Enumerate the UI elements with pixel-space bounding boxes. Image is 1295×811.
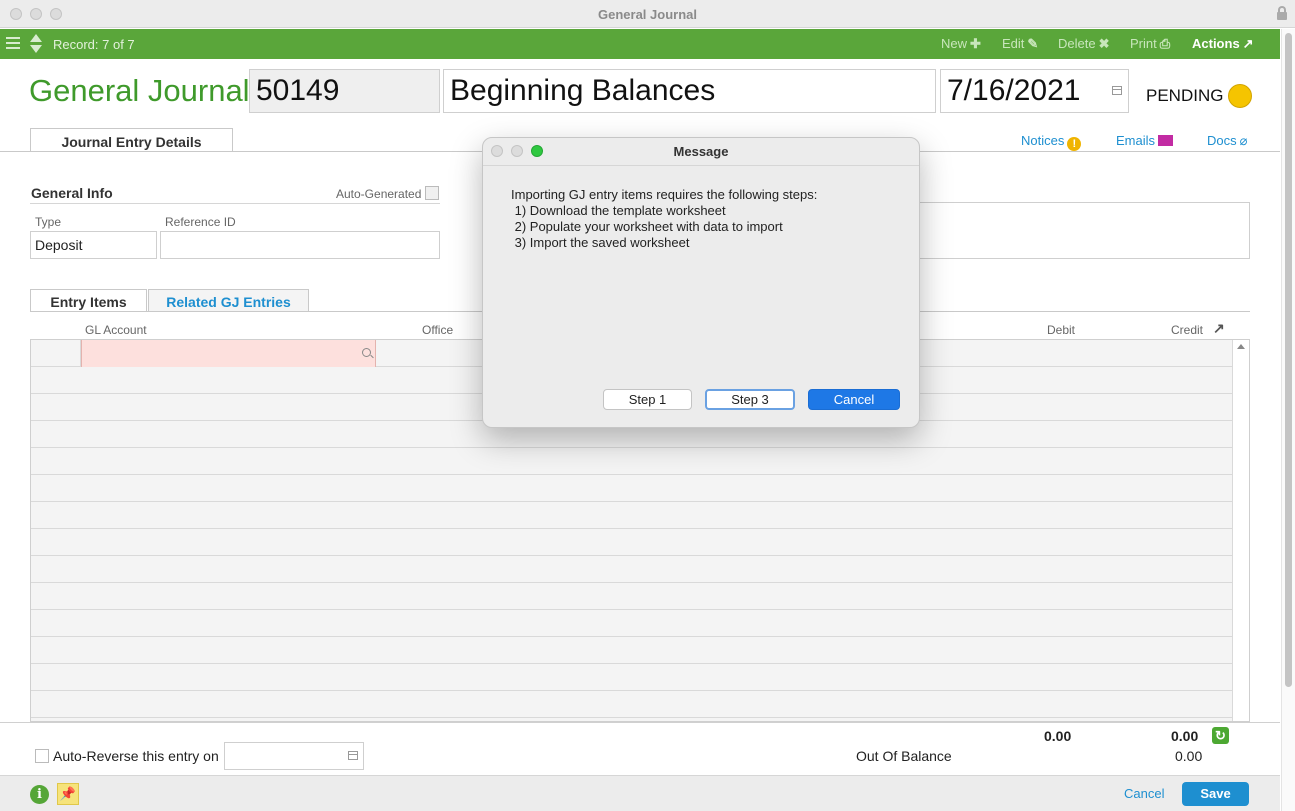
reference-id-label: Reference ID — [165, 215, 236, 229]
window-scrollbar[interactable] — [1281, 29, 1295, 811]
emails-label: Emails — [1116, 133, 1156, 148]
journal-date-field[interactable]: 7/16/2021 — [940, 69, 1129, 113]
record-counter: Record: 7 of 7 — [53, 37, 135, 52]
status-indicator-icon — [1228, 84, 1252, 108]
column-debit: Debit — [1047, 323, 1076, 337]
auto-reverse-label: Auto-Reverse this entry on — [53, 748, 219, 764]
bottom-bar: i 📌 Cancel Save — [0, 775, 1280, 811]
print-button[interactable]: Print ⎙ — [1130, 36, 1170, 52]
delete-button[interactable]: Delete ✖ — [1058, 36, 1109, 52]
notices-label: Notices — [1021, 133, 1065, 148]
status-label: PENDING — [1146, 86, 1224, 105]
table-row[interactable] — [31, 556, 1233, 583]
x-icon: ✖ — [1098, 36, 1110, 51]
table-row[interactable] — [31, 502, 1233, 529]
tab-journal-entry-details[interactable]: Journal Entry Details — [30, 128, 233, 152]
dialog-message: Importing GJ entry items requires the fo… — [511, 187, 911, 251]
journal-date-value: 7/16/2021 — [947, 74, 1081, 107]
journal-number-field[interactable]: 50149 — [249, 69, 440, 113]
table-row[interactable] — [31, 583, 1233, 610]
cancel-link[interactable]: Cancel — [1124, 786, 1164, 801]
save-button[interactable]: Save — [1182, 782, 1249, 806]
message-dialog: Message Importing GJ entry items require… — [482, 137, 920, 428]
debit-total: 0.00 — [1044, 728, 1072, 744]
grid-scrollbar[interactable] — [1232, 340, 1249, 721]
table-row[interactable] — [31, 475, 1233, 502]
column-credit: Credit — [1171, 323, 1204, 337]
column-gl-account: GL Account — [85, 323, 147, 337]
edit-button[interactable]: Edit ✎ — [1002, 36, 1038, 52]
scrollbar-thumb[interactable] — [1285, 33, 1292, 687]
window-title: General Journal — [598, 7, 697, 22]
pin-icon[interactable]: 📌 — [57, 783, 79, 805]
type-label: Type — [35, 215, 62, 229]
printer-icon: ⎙ — [1159, 36, 1171, 51]
credit-total: 0.00 — [1171, 728, 1199, 744]
dialog-cancel-button[interactable]: Cancel — [808, 389, 900, 410]
docs-label: Docs — [1207, 133, 1237, 148]
reference-id-input[interactable] — [160, 231, 440, 259]
auto-generated-label: Auto-Generated — [336, 187, 422, 201]
table-row[interactable] — [31, 448, 1233, 475]
memo-field[interactable] — [910, 202, 1250, 259]
row-number-cell — [31, 340, 81, 367]
dialog-title: Message — [673, 144, 729, 159]
scroll-up-icon[interactable] — [1237, 344, 1245, 349]
calendar-icon[interactable] — [1112, 86, 1122, 95]
info-icon[interactable]: i — [30, 785, 49, 804]
envelope-icon — [1158, 135, 1174, 146]
footer-divider — [0, 722, 1280, 723]
page-title: General Journal: — [29, 73, 259, 108]
window-titlebar: General Journal — [0, 0, 1295, 28]
type-select[interactable]: Deposit — [30, 231, 157, 259]
step-3-button[interactable]: Step 3 — [705, 389, 795, 410]
search-icon[interactable] — [362, 348, 371, 357]
delete-label: Delete — [1058, 36, 1096, 51]
journal-description-field[interactable]: Beginning Balances — [443, 69, 936, 113]
tab-entry-items[interactable]: Entry Items — [30, 289, 147, 312]
pencil-icon: ✎ — [1027, 36, 1039, 51]
table-row[interactable] — [31, 610, 1233, 637]
expand-grid-icon[interactable]: ↗ — [1213, 320, 1225, 337]
out-of-balance-value: 0.00 — [1175, 748, 1203, 764]
general-info-title: General Info — [31, 185, 113, 201]
out-of-balance-label: Out Of Balance — [856, 748, 952, 764]
dialog-message-line: 2) Populate your worksheet with data to … — [511, 219, 783, 234]
dialog-message-line: 1) Download the template worksheet — [511, 203, 726, 218]
refresh-icon[interactable]: ↻ — [1212, 727, 1229, 744]
hamburger-menu-icon[interactable] — [6, 37, 20, 51]
table-row[interactable] — [31, 529, 1233, 556]
new-label: New — [941, 36, 968, 51]
notices-link[interactable]: Notices! — [1021, 133, 1082, 151]
step-1-button[interactable]: Step 1 — [603, 389, 692, 410]
actions-button[interactable]: Actions ↗ — [1192, 36, 1254, 52]
calendar-icon[interactable] — [348, 751, 358, 760]
dialog-message-line: Importing GJ entry items requires the fo… — [511, 187, 818, 202]
auto-reverse-date-input[interactable] — [224, 742, 364, 770]
arrow-out-icon: ↗ — [1242, 36, 1254, 51]
table-row[interactable] — [31, 664, 1233, 691]
record-toolbar: Record: 7 of 7 New ✚ Edit ✎ Delete ✖ Print ⎙… — [0, 29, 1280, 59]
paperclip-icon: ⌀ — [1239, 133, 1248, 148]
general-info-divider — [30, 203, 440, 204]
table-row[interactable] — [31, 691, 1233, 718]
docs-link[interactable]: Docs ⌀ — [1207, 133, 1247, 149]
column-office: Office — [422, 323, 454, 337]
warning-icon: ! — [1067, 137, 1082, 151]
emails-link[interactable]: Emails — [1116, 133, 1174, 148]
table-row[interactable] — [31, 637, 1233, 664]
record-navigator-icon[interactable] — [29, 34, 43, 54]
dialog-message-line: 3) Import the saved worksheet — [511, 235, 690, 250]
auto-generated-checkbox[interactable] — [425, 186, 439, 200]
print-label: Print — [1130, 36, 1157, 51]
lock-icon[interactable] — [1277, 6, 1287, 20]
edit-label: Edit — [1002, 36, 1025, 51]
tab-related-gj-entries[interactable]: Related GJ Entries — [148, 289, 309, 312]
dialog-titlebar: Message — [483, 138, 919, 166]
actions-label: Actions — [1192, 36, 1240, 51]
gl-account-input[interactable] — [81, 340, 376, 367]
auto-reverse-checkbox[interactable] — [35, 749, 49, 763]
plus-icon: ✚ — [970, 36, 981, 51]
new-button[interactable]: New ✚ — [941, 36, 981, 52]
